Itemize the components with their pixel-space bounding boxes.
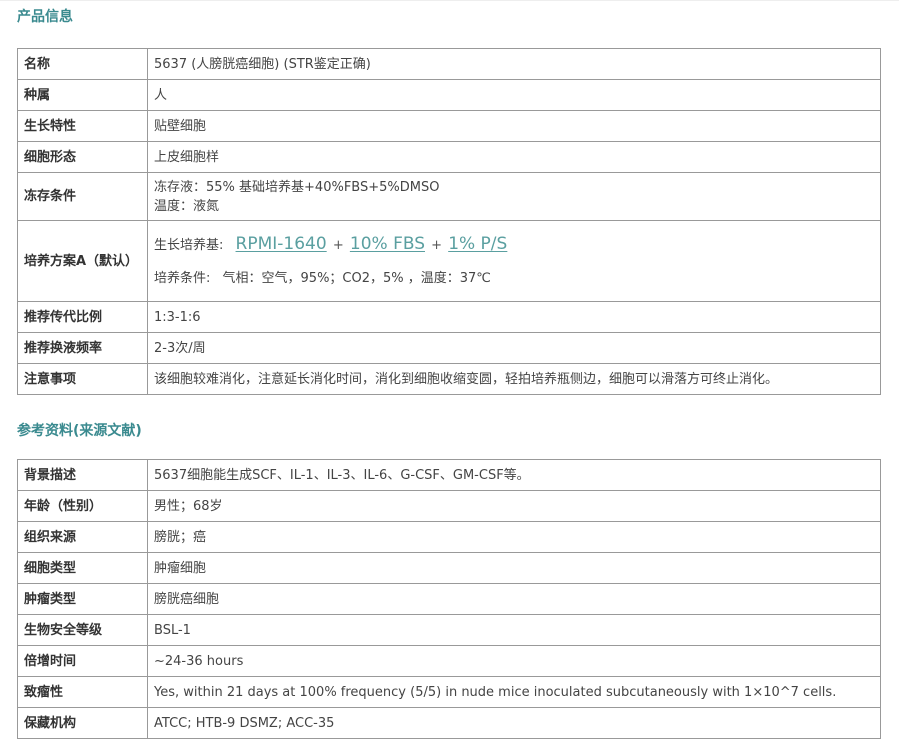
- row-key-freeze: 冻存条件: [17, 172, 148, 221]
- row-key-cell-type: 细胞类型: [17, 552, 148, 584]
- plus-sign: +: [332, 237, 344, 253]
- table-row: 冻存条件 冻存液：55% 基础培养基+40%FBS+5%DMSO 温度：液氮: [17, 172, 881, 221]
- culture-conditions-label: 培养条件:: [154, 270, 211, 286]
- row-value-species: 人: [147, 79, 881, 111]
- plus-sign: +: [431, 237, 443, 253]
- row-value-repository: ATCC; HTB-9 DSMZ; ACC-35: [147, 707, 881, 739]
- culture-medium-line: 生长培养基: RPMI-1640 + 10% FBS + 1% P/S: [154, 234, 874, 255]
- row-key-doubling: 倍增时间: [17, 645, 148, 677]
- freeze-solution-text: 冻存液：55% 基础培养基+40%FBS+5%DMSO: [154, 179, 440, 195]
- table-row: 保藏机构 ATCC; HTB-9 DSMZ; ACC-35: [17, 707, 881, 739]
- table-row: 细胞类型 肿瘤细胞: [17, 552, 881, 584]
- row-value-tumor-type: 膀胱癌细胞: [147, 583, 881, 615]
- row-key-repository: 保藏机构: [17, 707, 148, 739]
- table-row: 推荐换液频率 2-3次/周: [17, 332, 881, 364]
- table-row: 倍增时间 ~24-36 hours: [17, 645, 881, 677]
- table-row: 细胞形态 上皮细胞样: [17, 141, 881, 173]
- table-row: 组织来源 膀胱；癌: [17, 521, 881, 553]
- row-key-split: 推荐传代比例: [17, 301, 148, 333]
- table-row: 培养方案A（默认） 生长培养基: RPMI-1640 + 10% FBS + 1…: [17, 220, 881, 302]
- row-value-culture: 生长培养基: RPMI-1640 + 10% FBS + 1% P/S 培养条件…: [147, 220, 881, 302]
- table-row: 种属 人: [17, 79, 881, 111]
- table-row: 致瘤性 Yes, within 21 days at 100% frequenc…: [17, 676, 881, 708]
- row-value-notes: 该细胞较难消化，注意延长消化时间，消化到细胞收缩变圆，轻拍培养瓶侧边，细胞可以滑…: [147, 363, 881, 395]
- culture-conditions-value: 气相：空气，95%；CO2，5% ，温度：37℃: [222, 270, 491, 286]
- product-info-table: 名称 5637 (人膀胱癌细胞) (STR鉴定正确) 种属 人 生长特性 贴壁细…: [17, 48, 881, 395]
- row-value-tumorigenicity: Yes, within 21 days at 100% frequency (5…: [147, 676, 881, 708]
- medium-link-ps[interactable]: 1% P/S: [448, 234, 507, 254]
- row-value-freeze: 冻存液：55% 基础培养基+40%FBS+5%DMSO 温度：液氮: [147, 172, 881, 221]
- row-value-name: 5637 (人膀胱癌细胞) (STR鉴定正确): [147, 48, 881, 80]
- section-title-product-info: 产品信息: [17, 9, 73, 25]
- row-value-biosafety: BSL-1: [147, 614, 881, 646]
- row-key-background: 背景描述: [17, 459, 148, 491]
- culture-conditions-line: 培养条件: 气相：空气，95%；CO2，5% ，温度：37℃: [154, 269, 874, 288]
- table-row: 注意事项 该细胞较难消化，注意延长消化时间，消化到细胞收缩变圆，轻拍培养瓶侧边，…: [17, 363, 881, 395]
- row-key-tumorigenicity: 致瘤性: [17, 676, 148, 708]
- row-value-growth: 贴壁细胞: [147, 110, 881, 142]
- row-value-tissue: 膀胱；癌: [147, 521, 881, 553]
- table-row: 名称 5637 (人膀胱癌细胞) (STR鉴定正确): [17, 48, 881, 80]
- top-divider: [0, 0, 899, 1]
- reference-table: 背景描述 5637细胞能生成SCF、IL-1、IL-3、IL-6、G-CSF、G…: [17, 459, 881, 739]
- row-key-species: 种属: [17, 79, 148, 111]
- table-row: 生长特性 贴壁细胞: [17, 110, 881, 142]
- row-key-culture: 培养方案A（默认）: [17, 220, 148, 302]
- table-row: 生物安全等级 BSL-1: [17, 614, 881, 646]
- row-key-tissue: 组织来源: [17, 521, 148, 553]
- row-value-medium-change: 2-3次/周: [147, 332, 881, 364]
- row-key-biosafety: 生物安全等级: [17, 614, 148, 646]
- row-key-growth: 生长特性: [17, 110, 148, 142]
- table-row: 年龄（性别） 男性；68岁: [17, 490, 881, 522]
- medium-link-fbs[interactable]: 10% FBS: [350, 234, 425, 254]
- row-key-tumor-type: 肿瘤类型: [17, 583, 148, 615]
- row-value-cell-type: 肿瘤细胞: [147, 552, 881, 584]
- row-value-background: 5637细胞能生成SCF、IL-1、IL-3、IL-6、G-CSF、GM-CSF…: [147, 459, 881, 491]
- table-row: 肿瘤类型 膀胱癌细胞: [17, 583, 881, 615]
- medium-link-rpmi[interactable]: RPMI-1640: [236, 234, 327, 254]
- row-key-morphology: 细胞形态: [17, 141, 148, 173]
- row-key-name: 名称: [17, 48, 148, 80]
- table-row: 推荐传代比例 1:3-1:6: [17, 301, 881, 333]
- culture-medium-label: 生长培养基:: [154, 237, 224, 253]
- row-key-age: 年龄（性别）: [17, 490, 148, 522]
- row-value-split: 1:3-1:6: [147, 301, 881, 333]
- row-value-age: 男性；68岁: [147, 490, 881, 522]
- freeze-temperature-text: 温度：液氮: [154, 198, 220, 214]
- row-key-medium-change: 推荐换液频率: [17, 332, 148, 364]
- row-value-doubling: ~24-36 hours: [147, 645, 881, 677]
- table-row: 背景描述 5637细胞能生成SCF、IL-1、IL-3、IL-6、G-CSF、G…: [17, 459, 881, 491]
- section-title-references: 参考资料(来源文献): [17, 423, 142, 439]
- row-key-notes: 注意事项: [17, 363, 148, 395]
- row-value-morphology: 上皮细胞样: [147, 141, 881, 173]
